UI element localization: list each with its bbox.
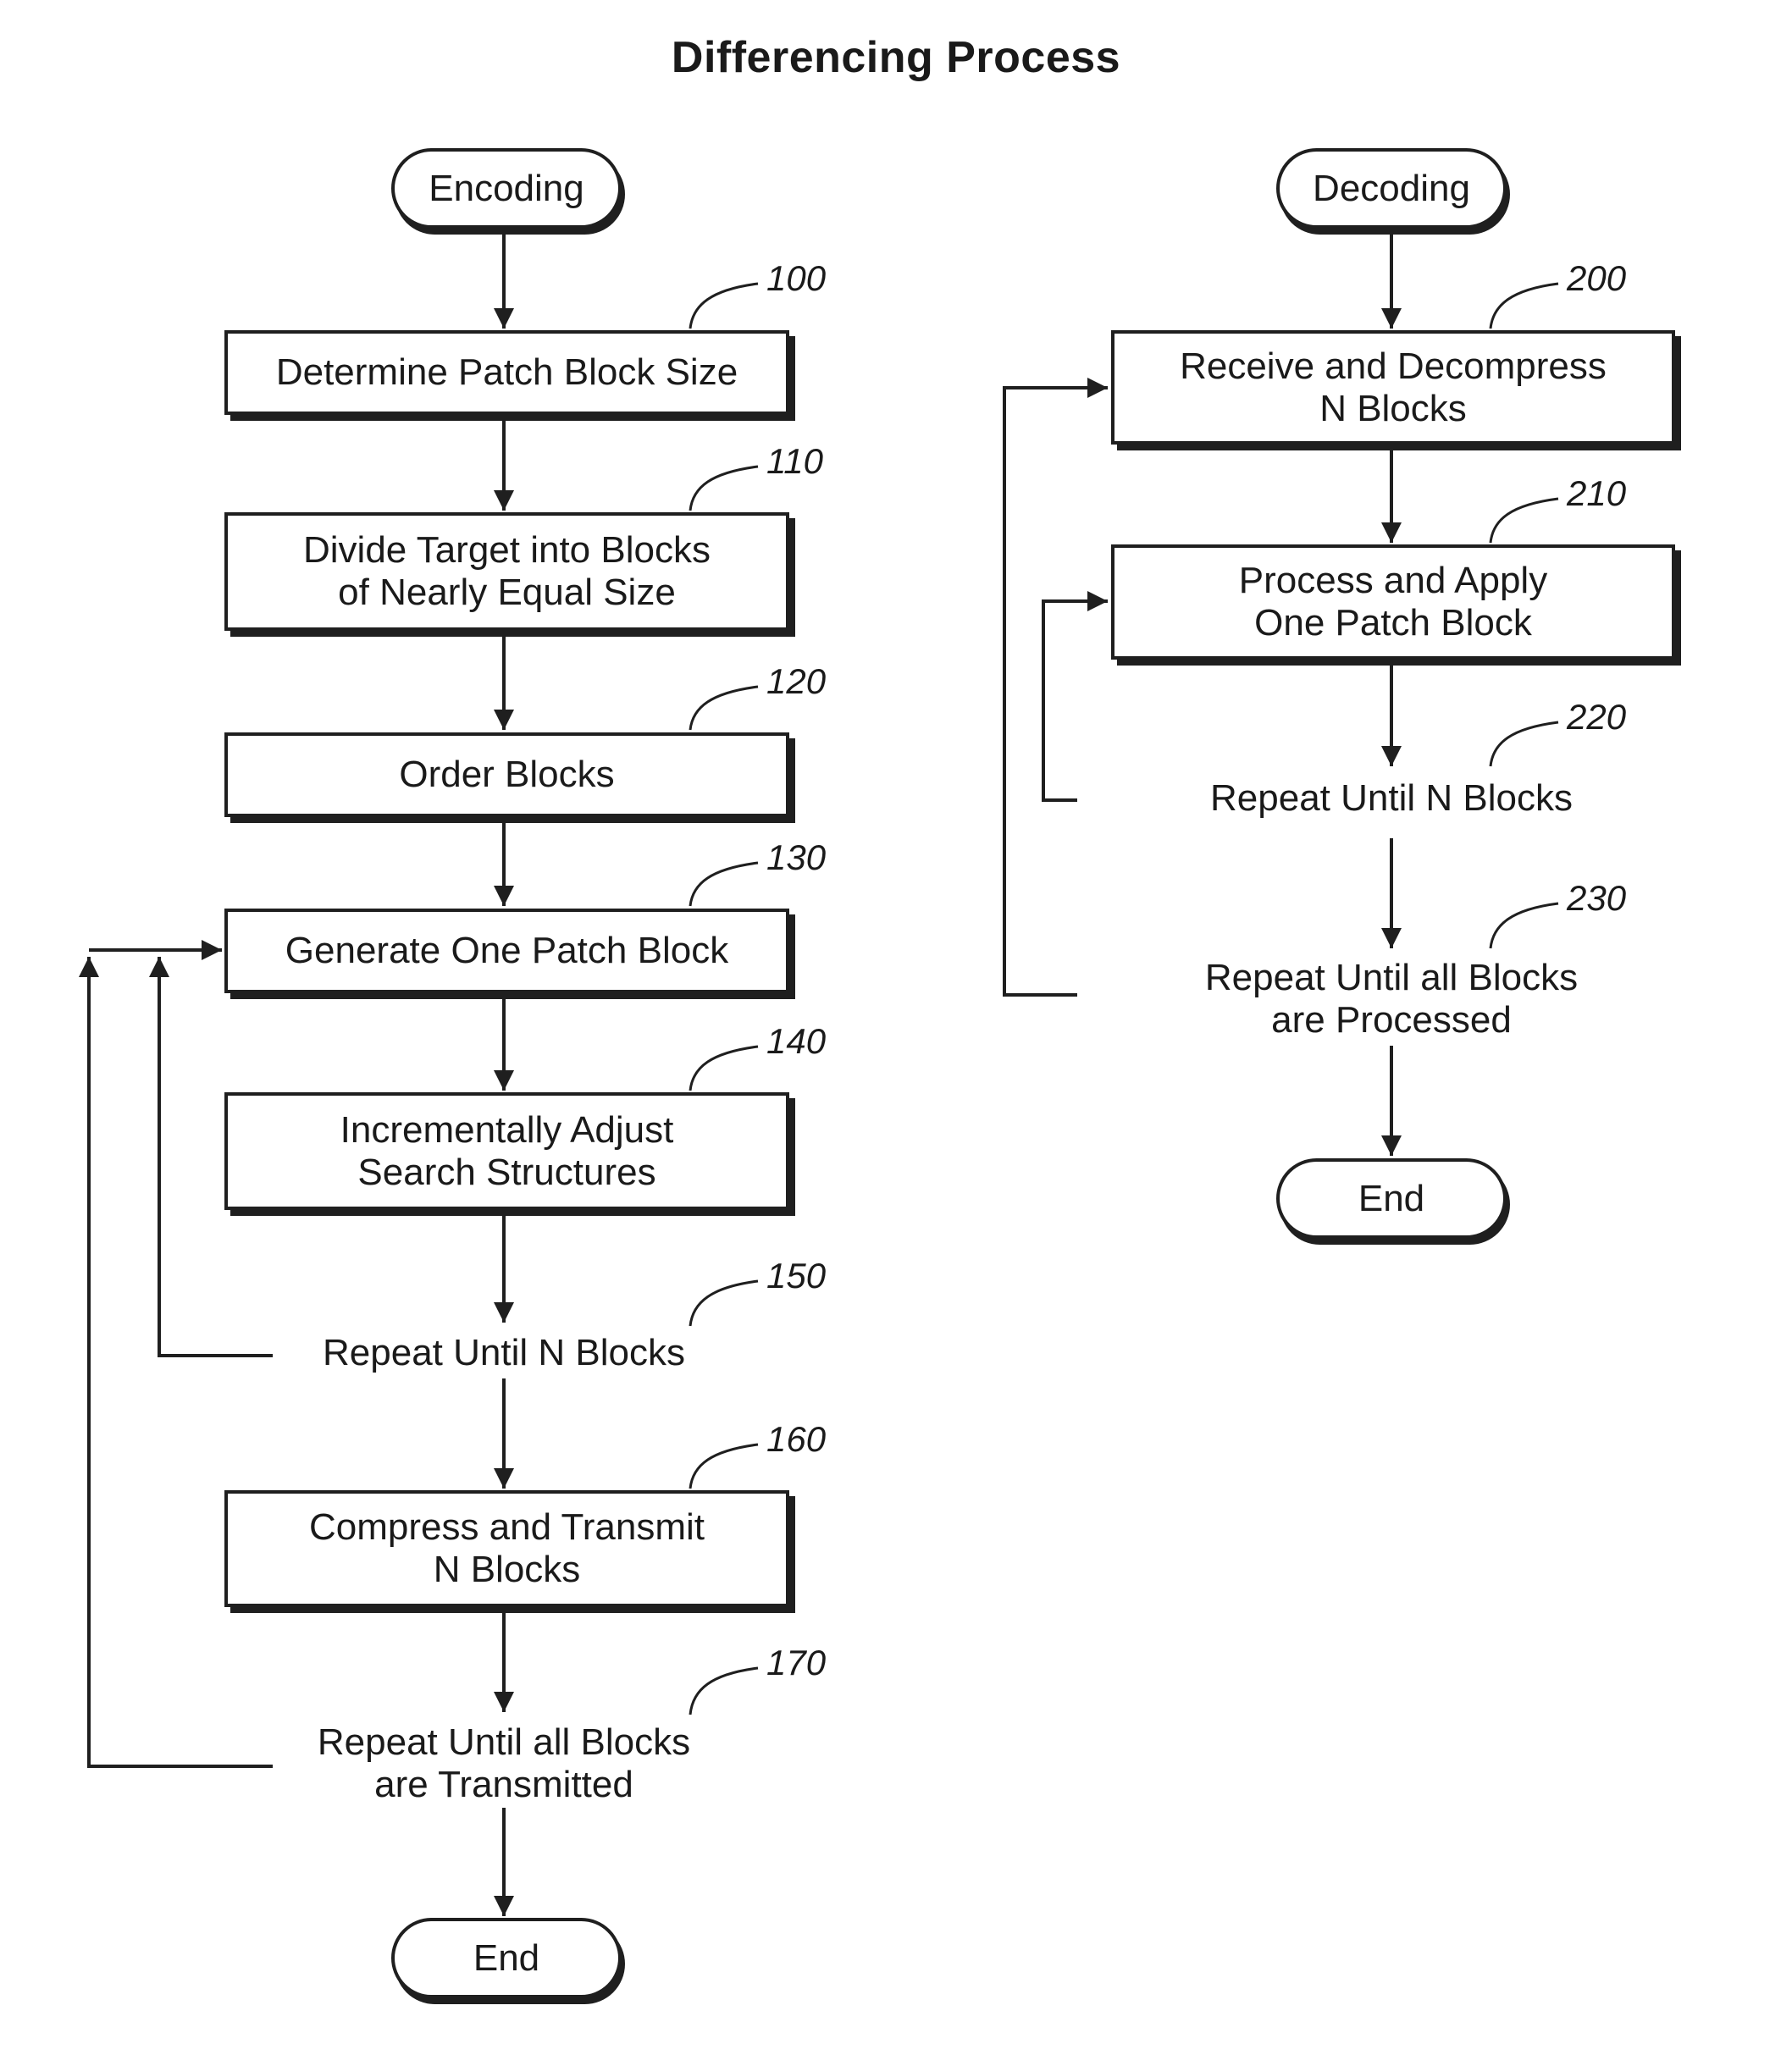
ref-110: 110	[766, 441, 823, 481]
step-120-order-blocks: Order Blocks	[224, 732, 789, 817]
leader-230	[1489, 902, 1559, 949]
ref-210: 210	[1567, 473, 1627, 513]
ref-200: 200	[1567, 258, 1627, 298]
step-100-determine-patch-block-size: Determine Patch Block Size	[224, 330, 789, 415]
leader-200	[1489, 282, 1559, 329]
step-230-repeat-until-all-processed: Repeat Until all Blocks are Processed	[1204, 957, 1579, 1041]
ref-100: 100	[766, 258, 827, 298]
ref-130: 130	[766, 837, 827, 877]
step-140-adjust-search-structures: Incrementally Adjust Search Structures	[224, 1092, 789, 1210]
ref-230: 230	[1567, 878, 1627, 918]
step-210-process-and-apply: Process and Apply One Patch Block	[1111, 544, 1675, 660]
leader-170	[689, 1666, 759, 1715]
step-170-repeat-until-all-transmitted: Repeat Until all Blocks are Transmitted	[317, 1721, 691, 1805]
step-130-generate-patch-block: Generate One Patch Block	[224, 909, 789, 993]
decoding-start-terminal: Decoding	[1276, 148, 1507, 229]
decoding-end-terminal: End	[1276, 1158, 1507, 1239]
ref-160: 160	[766, 1419, 827, 1459]
leader-130	[689, 861, 759, 907]
leader-160	[689, 1443, 759, 1489]
step-150-repeat-until-n-blocks: Repeat Until N Blocks	[323, 1332, 685, 1373]
step-110-divide-target: Divide Target into Blocks of Nearly Equa…	[224, 512, 789, 631]
leader-140	[689, 1045, 759, 1091]
ref-120: 120	[766, 661, 827, 701]
step-160-compress-and-transmit: Compress and Transmit N Blocks	[224, 1490, 789, 1607]
ref-170: 170	[766, 1643, 827, 1682]
step-200-receive-and-decompress: Receive and Decompress N Blocks	[1111, 330, 1675, 445]
loop-170-to-130	[79, 957, 273, 1768]
leader-210	[1489, 497, 1559, 544]
leader-220	[1489, 721, 1559, 767]
loop-230-to-200	[1003, 378, 1108, 997]
step-220-repeat-until-n-blocks: Repeat Until N Blocks	[1210, 777, 1573, 819]
leader-110	[689, 465, 759, 511]
loop-220-to-210	[1042, 591, 1108, 802]
encoding-start-terminal: Encoding	[391, 148, 622, 229]
ref-220: 220	[1567, 697, 1627, 737]
encoding-end-terminal: End	[391, 1918, 622, 1998]
leader-120	[689, 685, 759, 731]
leader-150	[689, 1279, 759, 1327]
leader-100	[689, 282, 759, 329]
ref-150: 150	[766, 1256, 827, 1295]
ref-140: 140	[766, 1021, 827, 1061]
